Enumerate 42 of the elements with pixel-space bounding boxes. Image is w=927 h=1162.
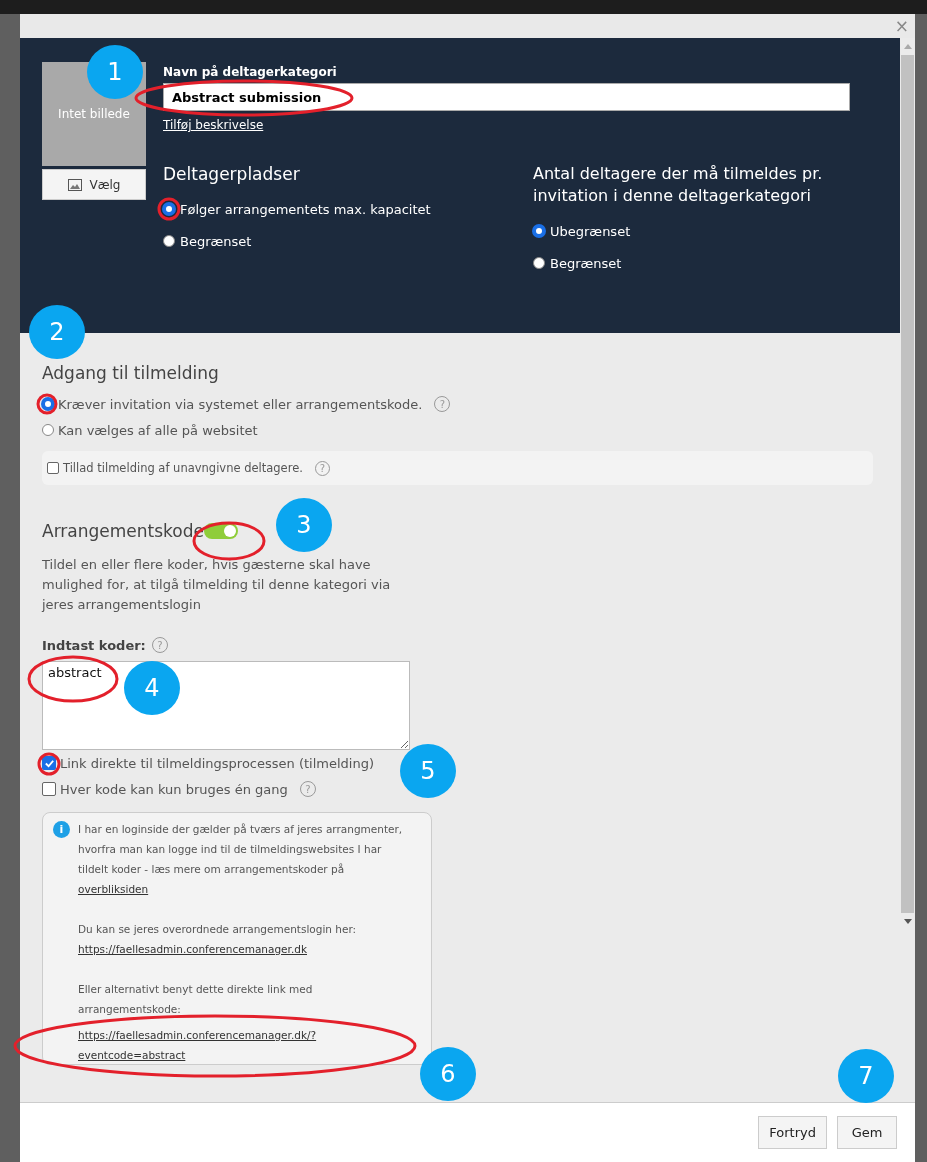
section-title: Adgang til tilmelding — [42, 363, 220, 383]
section-title: Arrangementskode — [42, 521, 204, 541]
image-placeholder-text: Intet billede — [58, 107, 130, 121]
info-text: Du kan se jeres overordnede arrangementslogin her: https://faellesadmin.conferencemanager.dk — [78, 922, 358, 957]
highlight-ellipse — [36, 393, 58, 415]
info-text: Eller alternativt benyt dette direkte link med arrangementskode: — [78, 982, 314, 1017]
radio-label: Følger arrangementets max. kapacitet — [180, 201, 431, 217]
radio-button[interactable] — [533, 225, 545, 237]
section-title: Deltagerpladser — [163, 163, 301, 185]
overview-link[interactable]: overbliksiden — [78, 883, 149, 895]
checkbox-label: Tillad tilmelding af unavngivne deltagere. — [63, 461, 303, 475]
radio-button[interactable] — [163, 203, 175, 215]
radio-button[interactable] — [163, 235, 175, 247]
radio-label: Begrænset — [180, 233, 252, 249]
checkbox[interactable] — [42, 756, 56, 770]
radio-label: Kan vælges af alle på websitet — [58, 422, 258, 438]
radio-button[interactable] — [533, 257, 545, 269]
info-icon: i — [53, 821, 70, 838]
radio-button[interactable] — [42, 424, 54, 436]
radio-button[interactable] — [42, 398, 54, 410]
save-button[interactable]: Gem — [837, 1116, 897, 1149]
field-label: Indtast koder: — [42, 637, 146, 653]
field-label: Navn på deltagerkategori — [163, 65, 338, 79]
choose-image-button[interactable]: Vælg — [42, 169, 146, 200]
info-text: I har en loginside der gælder på tværs af jeres arrangmenter, hvorfra man kan logge ind til de tilmeldingswebsites I har tildelt koder - læs mere om arrangementskoder på overbliksiden — [78, 822, 403, 897]
radio-label: Begrænset — [550, 255, 622, 271]
image-icon — [67, 178, 82, 191]
checkbox[interactable] — [47, 462, 59, 474]
login-link[interactable]: https://faellesadmin.conferencemanager.dk — [78, 943, 307, 955]
add-description-link[interactable]: Tilføj beskrivelse — [163, 118, 264, 132]
section-title: Antal deltagere der må tilmeldes pr. invitation i denne deltagerkategori — [533, 163, 824, 207]
description-text: Tildel en eller flere koder, hvis gæsterne skal have mulighed for, at tilgå tilmelding til denne kategori via jeres arrangementslogin — [42, 556, 392, 614]
radio-label: Kræver invitation via systemet eller arrangementskode. — [58, 396, 423, 412]
checkbox-label: Hver kode kan kun bruges én gang — [60, 781, 288, 797]
highlight-ellipse — [37, 752, 61, 776]
checkbox-label: Link direkte til tilmeldingsprocessen (tilmelding) — [60, 755, 375, 771]
highlight-ellipse — [157, 197, 181, 221]
checkbox[interactable] — [42, 782, 56, 796]
cancel-button[interactable]: Fortryd — [758, 1116, 827, 1149]
event-code-link[interactable]: https://faellesadmin.conferencemanager.dk/?eventcode=abstract — [78, 1025, 368, 1065]
name-input[interactable]: Abstract submission — [163, 83, 850, 111]
radio-label: Ubegrænset — [550, 223, 631, 239]
